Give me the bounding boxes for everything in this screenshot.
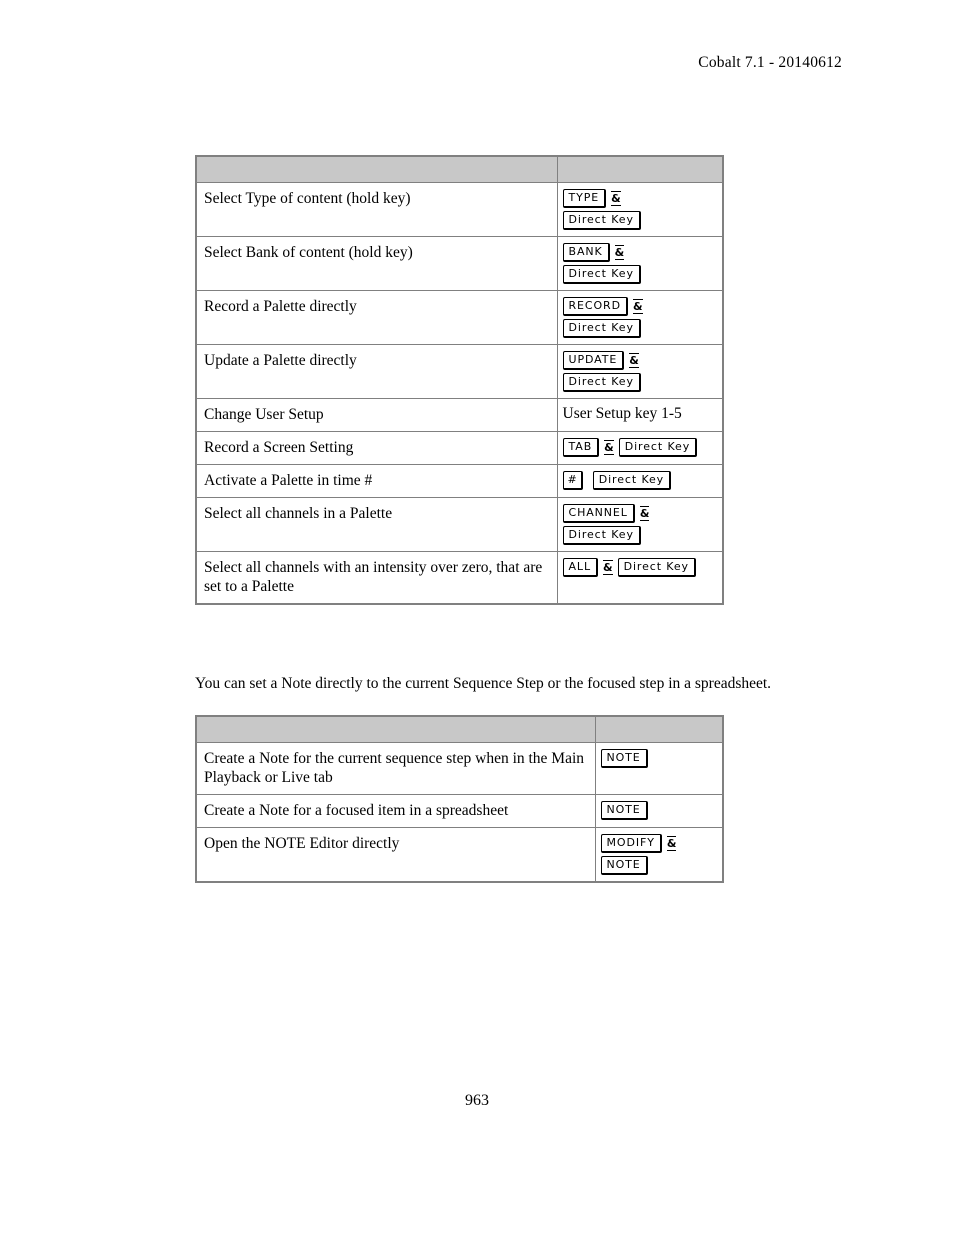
key-combo-cell: TYPE & Direct Key — [556, 182, 724, 237]
header-cell-action — [195, 715, 596, 743]
key-combo-line: # Direct Key — [562, 470, 719, 490]
ampersand-separator: & — [602, 559, 613, 575]
key-combo-line: NOTE — [600, 800, 719, 820]
table-header-row — [195, 155, 724, 183]
running-header: Cobalt 7.1 - 20140612 — [698, 54, 842, 71]
table-body: Create a Note for the current sequence s… — [195, 715, 724, 883]
ampersand-separator: & — [632, 298, 643, 314]
table-header-row — [195, 715, 724, 743]
table-row: Select all channels in a Palette CHANNEL &… — [195, 497, 724, 552]
key-combo-line: TYPE & — [562, 188, 719, 208]
keycap-direct-key[interactable]: Direct Key — [562, 264, 641, 284]
ampersand-separator: & — [604, 439, 614, 455]
table-body: Select Type of content (hold key) TYPE & Di… — [195, 155, 724, 605]
action-description-cell: Update a Palette directly — [195, 344, 558, 399]
note-shortcuts-table: Create a Note for the current sequence s… — [195, 715, 724, 883]
keycap-tab[interactable]: TAB — [562, 437, 600, 457]
keycap-direct-key[interactable]: Direct Key — [618, 437, 698, 457]
action-description-cell: Change User Setup — [195, 398, 558, 432]
key-combo-line: UPDATE & — [562, 350, 719, 370]
key-combo-cell: RECORD & Direct Key — [556, 290, 724, 345]
key-combo-line: MODIFY & — [600, 833, 719, 853]
keycap-record[interactable]: RECORD — [562, 296, 628, 316]
action-description-cell: Activate a Palette in time # — [195, 464, 558, 498]
key-combo-line: CHANNEL & — [562, 503, 719, 523]
key-combo-cell: BANK & Direct Key — [556, 236, 724, 291]
ampersand-separator: & — [614, 244, 625, 260]
key-combo-cell: TAB & Direct Key — [556, 431, 724, 465]
key-combo-line: NOTE — [600, 855, 719, 875]
key-combo-line: Direct Key — [562, 210, 719, 230]
table-row: Record a Screen Setting TAB & Direct Key — [195, 431, 724, 465]
note-intro-paragraph-block: You can set a Note directly to the curre… — [195, 674, 815, 694]
key-combo-line: Direct Key — [562, 525, 719, 545]
table-row: Open the NOTE Editor directly MODIFY & NOTE — [195, 827, 724, 883]
page-number: 963 — [465, 1092, 489, 1109]
keycap-direct-key[interactable]: Direct Key — [562, 525, 641, 545]
table-row: Select Type of content (hold key) TYPE & Di… — [195, 182, 724, 237]
key-combo-cell: # Direct Key — [556, 464, 724, 498]
keycap-bank[interactable]: BANK — [562, 242, 610, 262]
keycap-modify[interactable]: MODIFY — [600, 833, 662, 853]
table-row: Update a Palette directly UPDATE & Direct K… — [195, 344, 724, 399]
keycap-direct-key[interactable]: Direct Key — [562, 372, 641, 392]
key-combo-line: ALL & Direct Key — [562, 557, 719, 577]
palette-shortcuts-table: Select Type of content (hold key) TYPE & Di… — [195, 155, 724, 605]
keycap-direct-key[interactable]: Direct Key — [592, 470, 672, 490]
keycap-channel[interactable]: CHANNEL — [562, 503, 635, 523]
keycap-[interactable]: # — [562, 470, 583, 490]
keycap-note[interactable]: NOTE — [600, 800, 648, 820]
action-description-cell: Select Bank of content (hold key) — [195, 236, 558, 291]
keycap-update[interactable]: UPDATE — [562, 350, 625, 370]
keycap-direct-key[interactable]: Direct Key — [562, 318, 641, 338]
header-cell-keys — [556, 155, 724, 183]
ampersand-separator: & — [639, 505, 650, 521]
notes-table-block: Create a Note for the current sequence s… — [195, 715, 724, 883]
action-description-cell: Record a Palette directly — [195, 290, 558, 345]
key-combo-cell: CHANNEL & Direct Key — [556, 497, 724, 552]
action-description-cell: Select all channels in a Palette — [195, 497, 558, 552]
table-row: Select Bank of content (hold key) BANK & Di… — [195, 236, 724, 291]
action-description-cell: Create a Note for the current sequence s… — [195, 742, 596, 795]
table-row: Change User Setup User Setup key 1-5 — [195, 398, 724, 432]
action-description-cell: Select Type of content (hold key) — [195, 182, 558, 237]
key-plain-text: User Setup key 1-5 — [562, 405, 682, 422]
keycap-note[interactable]: NOTE — [600, 748, 648, 768]
key-combo-line: User Setup key 1-5 — [563, 404, 719, 424]
keycap-note[interactable]: NOTE — [600, 855, 648, 875]
keycap-direct-key[interactable]: Direct Key — [562, 210, 641, 230]
ampersand-separator: & — [611, 190, 621, 206]
keycap-all[interactable]: ALL — [562, 557, 598, 577]
key-combo-line: Direct Key — [562, 372, 719, 392]
key-combo-cell: MODIFY & NOTE — [594, 827, 724, 883]
action-description-cell: Record a Screen Setting — [195, 431, 558, 465]
table-row: Create a Note for a focused item in a sp… — [195, 794, 724, 828]
ampersand-separator: & — [666, 835, 677, 851]
key-combo-cell: NOTE — [594, 742, 724, 795]
note-intro-paragraph: You can set a Note directly to the curre… — [195, 675, 772, 692]
table-row: Select all channels with an intensity ov… — [195, 551, 724, 605]
header-cell-action — [195, 155, 558, 183]
key-combo-line: TAB & Direct Key — [562, 437, 719, 457]
keycap-type[interactable]: TYPE — [562, 188, 607, 208]
header-cell-keys — [594, 715, 724, 743]
action-description-cell: Open the NOTE Editor directly — [195, 827, 596, 883]
table-row: Create a Note for the current sequence s… — [195, 742, 724, 795]
key-combo-cell: UPDATE & Direct Key — [556, 344, 724, 399]
key-combo-cell: User Setup key 1-5 — [556, 398, 724, 432]
action-description-cell: Create a Note for a focused item in a sp… — [195, 794, 596, 828]
key-combo-line: NOTE — [600, 748, 719, 768]
key-combo-line: Direct Key — [562, 264, 719, 284]
ampersand-separator: & — [629, 352, 639, 368]
key-combo-cell: ALL & Direct Key — [556, 551, 724, 605]
table-row: Activate a Palette in time # # Direct Key — [195, 464, 724, 498]
table-row: Record a Palette directly RECORD & Direct K… — [195, 290, 724, 345]
shortcuts-table-block: Select Type of content (hold key) TYPE & Di… — [195, 155, 724, 605]
action-description-cell: Select all channels with an intensity ov… — [195, 551, 558, 605]
keycap-direct-key[interactable]: Direct Key — [617, 557, 696, 577]
key-combo-line: Direct Key — [562, 318, 719, 338]
key-combo-cell: NOTE — [594, 794, 724, 828]
key-combo-line: BANK & — [562, 242, 719, 262]
key-combo-line: RECORD & — [562, 296, 719, 316]
